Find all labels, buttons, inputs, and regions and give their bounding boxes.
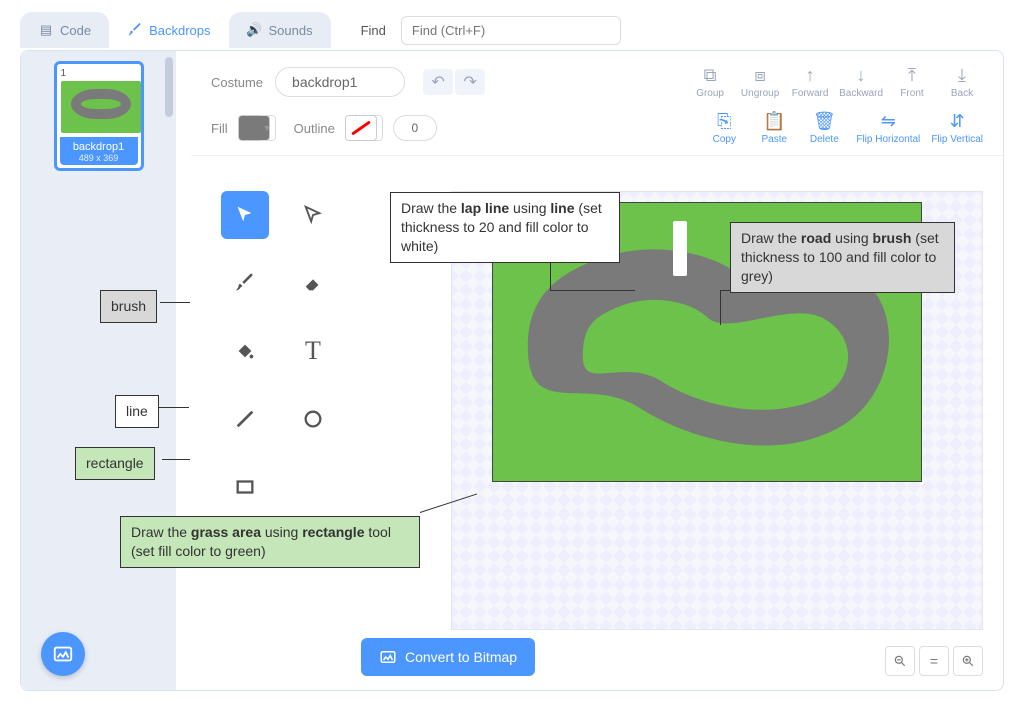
reshape-tool[interactable] xyxy=(289,191,337,239)
fliph-icon: ⇋ xyxy=(881,111,896,131)
annotation-grass: Draw the grass area using rectangle tool… xyxy=(120,516,420,568)
tool-palette: T xyxy=(221,191,337,511)
zoom-controls: = xyxy=(885,646,983,676)
front-button[interactable]: ⤒Front xyxy=(891,65,933,99)
outline-label: Outline xyxy=(294,121,335,136)
ungroup-button[interactable]: ⧈Ungroup xyxy=(739,65,781,99)
costume-name-input[interactable]: backdrop1 xyxy=(275,67,405,97)
image-plus-icon xyxy=(52,643,74,665)
front-icon: ⤒ xyxy=(908,65,916,85)
find-input[interactable] xyxy=(401,16,621,45)
group-button[interactable]: ⧉Group xyxy=(689,65,731,99)
ungroup-icon: ⧈ xyxy=(754,65,765,85)
text-tool[interactable]: T xyxy=(289,327,337,375)
tab-code[interactable]: ▤ Code xyxy=(20,12,109,48)
flipv-icon: ⇵ xyxy=(950,111,965,131)
sound-icon: 🔊 xyxy=(247,22,263,38)
convert-to-bitmap-button[interactable]: Convert to Bitmap xyxy=(361,638,535,676)
eraser-tool[interactable] xyxy=(289,259,337,307)
back-icon: ⤓ xyxy=(958,65,966,85)
sidebar-scrollbar[interactable] xyxy=(164,57,174,684)
copy-icon: ⎘ xyxy=(717,111,731,131)
select-tool[interactable] xyxy=(221,191,269,239)
brush-tool[interactable] xyxy=(221,259,269,307)
tab-backdrops[interactable]: Backdrops xyxy=(109,12,228,48)
circle-tool[interactable] xyxy=(289,395,337,443)
editor-tabs: ▤ Code Backdrops 🔊 Sounds xyxy=(20,12,331,48)
annotation-line-label: line xyxy=(115,395,159,428)
backward-icon: ↓ xyxy=(857,65,866,85)
annotation-road: Draw the road using brush (set thickness… xyxy=(730,222,955,293)
fill-dropdown[interactable]: ▼ xyxy=(260,115,276,141)
forward-icon: ↑ xyxy=(806,65,815,85)
tab-sounds[interactable]: 🔊 Sounds xyxy=(229,12,331,48)
outline-color-swatch[interactable] xyxy=(345,115,377,141)
trash-icon: 🗑 xyxy=(813,111,836,131)
find-label: Find xyxy=(361,23,386,38)
code-icon: ▤ xyxy=(38,22,54,38)
zoom-reset-button[interactable]: = xyxy=(919,646,949,676)
thumbnail-preview xyxy=(61,81,141,133)
fill-tool[interactable] xyxy=(221,327,269,375)
group-icon: ⧉ xyxy=(704,65,717,85)
brush-icon xyxy=(127,22,143,38)
backdrop-sidebar: 1 backdrop1 489 x 369 xyxy=(21,51,176,690)
fill-label: Fill xyxy=(211,121,228,136)
annotation-lapline: Draw the lap line using line (set thickn… xyxy=(390,192,620,263)
backward-button[interactable]: ↓Backward xyxy=(839,65,883,99)
bitmap-icon xyxy=(379,648,397,666)
costume-label: Costume xyxy=(211,75,263,90)
zoom-in-button[interactable] xyxy=(953,646,983,676)
copy-button[interactable]: ⎘Copy xyxy=(703,111,745,145)
backdrop-thumbnail[interactable]: 1 backdrop1 489 x 369 xyxy=(54,61,144,171)
back-button[interactable]: ⤓Back xyxy=(941,65,983,99)
paste-button[interactable]: 📋Paste xyxy=(753,111,795,145)
flip-horizontal-button[interactable]: ⇋Flip Horizontal xyxy=(853,111,923,145)
undo-button[interactable]: ↶ xyxy=(423,69,453,95)
add-backdrop-button[interactable] xyxy=(41,632,85,676)
paste-icon: 📋 xyxy=(763,111,785,131)
line-tool[interactable] xyxy=(221,395,269,443)
zoom-out-button[interactable] xyxy=(885,646,915,676)
lap-line xyxy=(673,221,687,276)
annotation-rectangle-label: rectangle xyxy=(75,447,155,480)
flip-vertical-button[interactable]: ⇵Flip Vertical xyxy=(931,111,983,145)
forward-button[interactable]: ↑Forward xyxy=(789,65,831,99)
delete-button[interactable]: 🗑Delete xyxy=(803,111,845,145)
redo-button[interactable]: ↷ xyxy=(455,69,485,95)
rectangle-tool[interactable] xyxy=(221,463,269,511)
annotation-brush-label: brush xyxy=(100,290,157,323)
outline-thickness-input[interactable] xyxy=(393,115,437,141)
